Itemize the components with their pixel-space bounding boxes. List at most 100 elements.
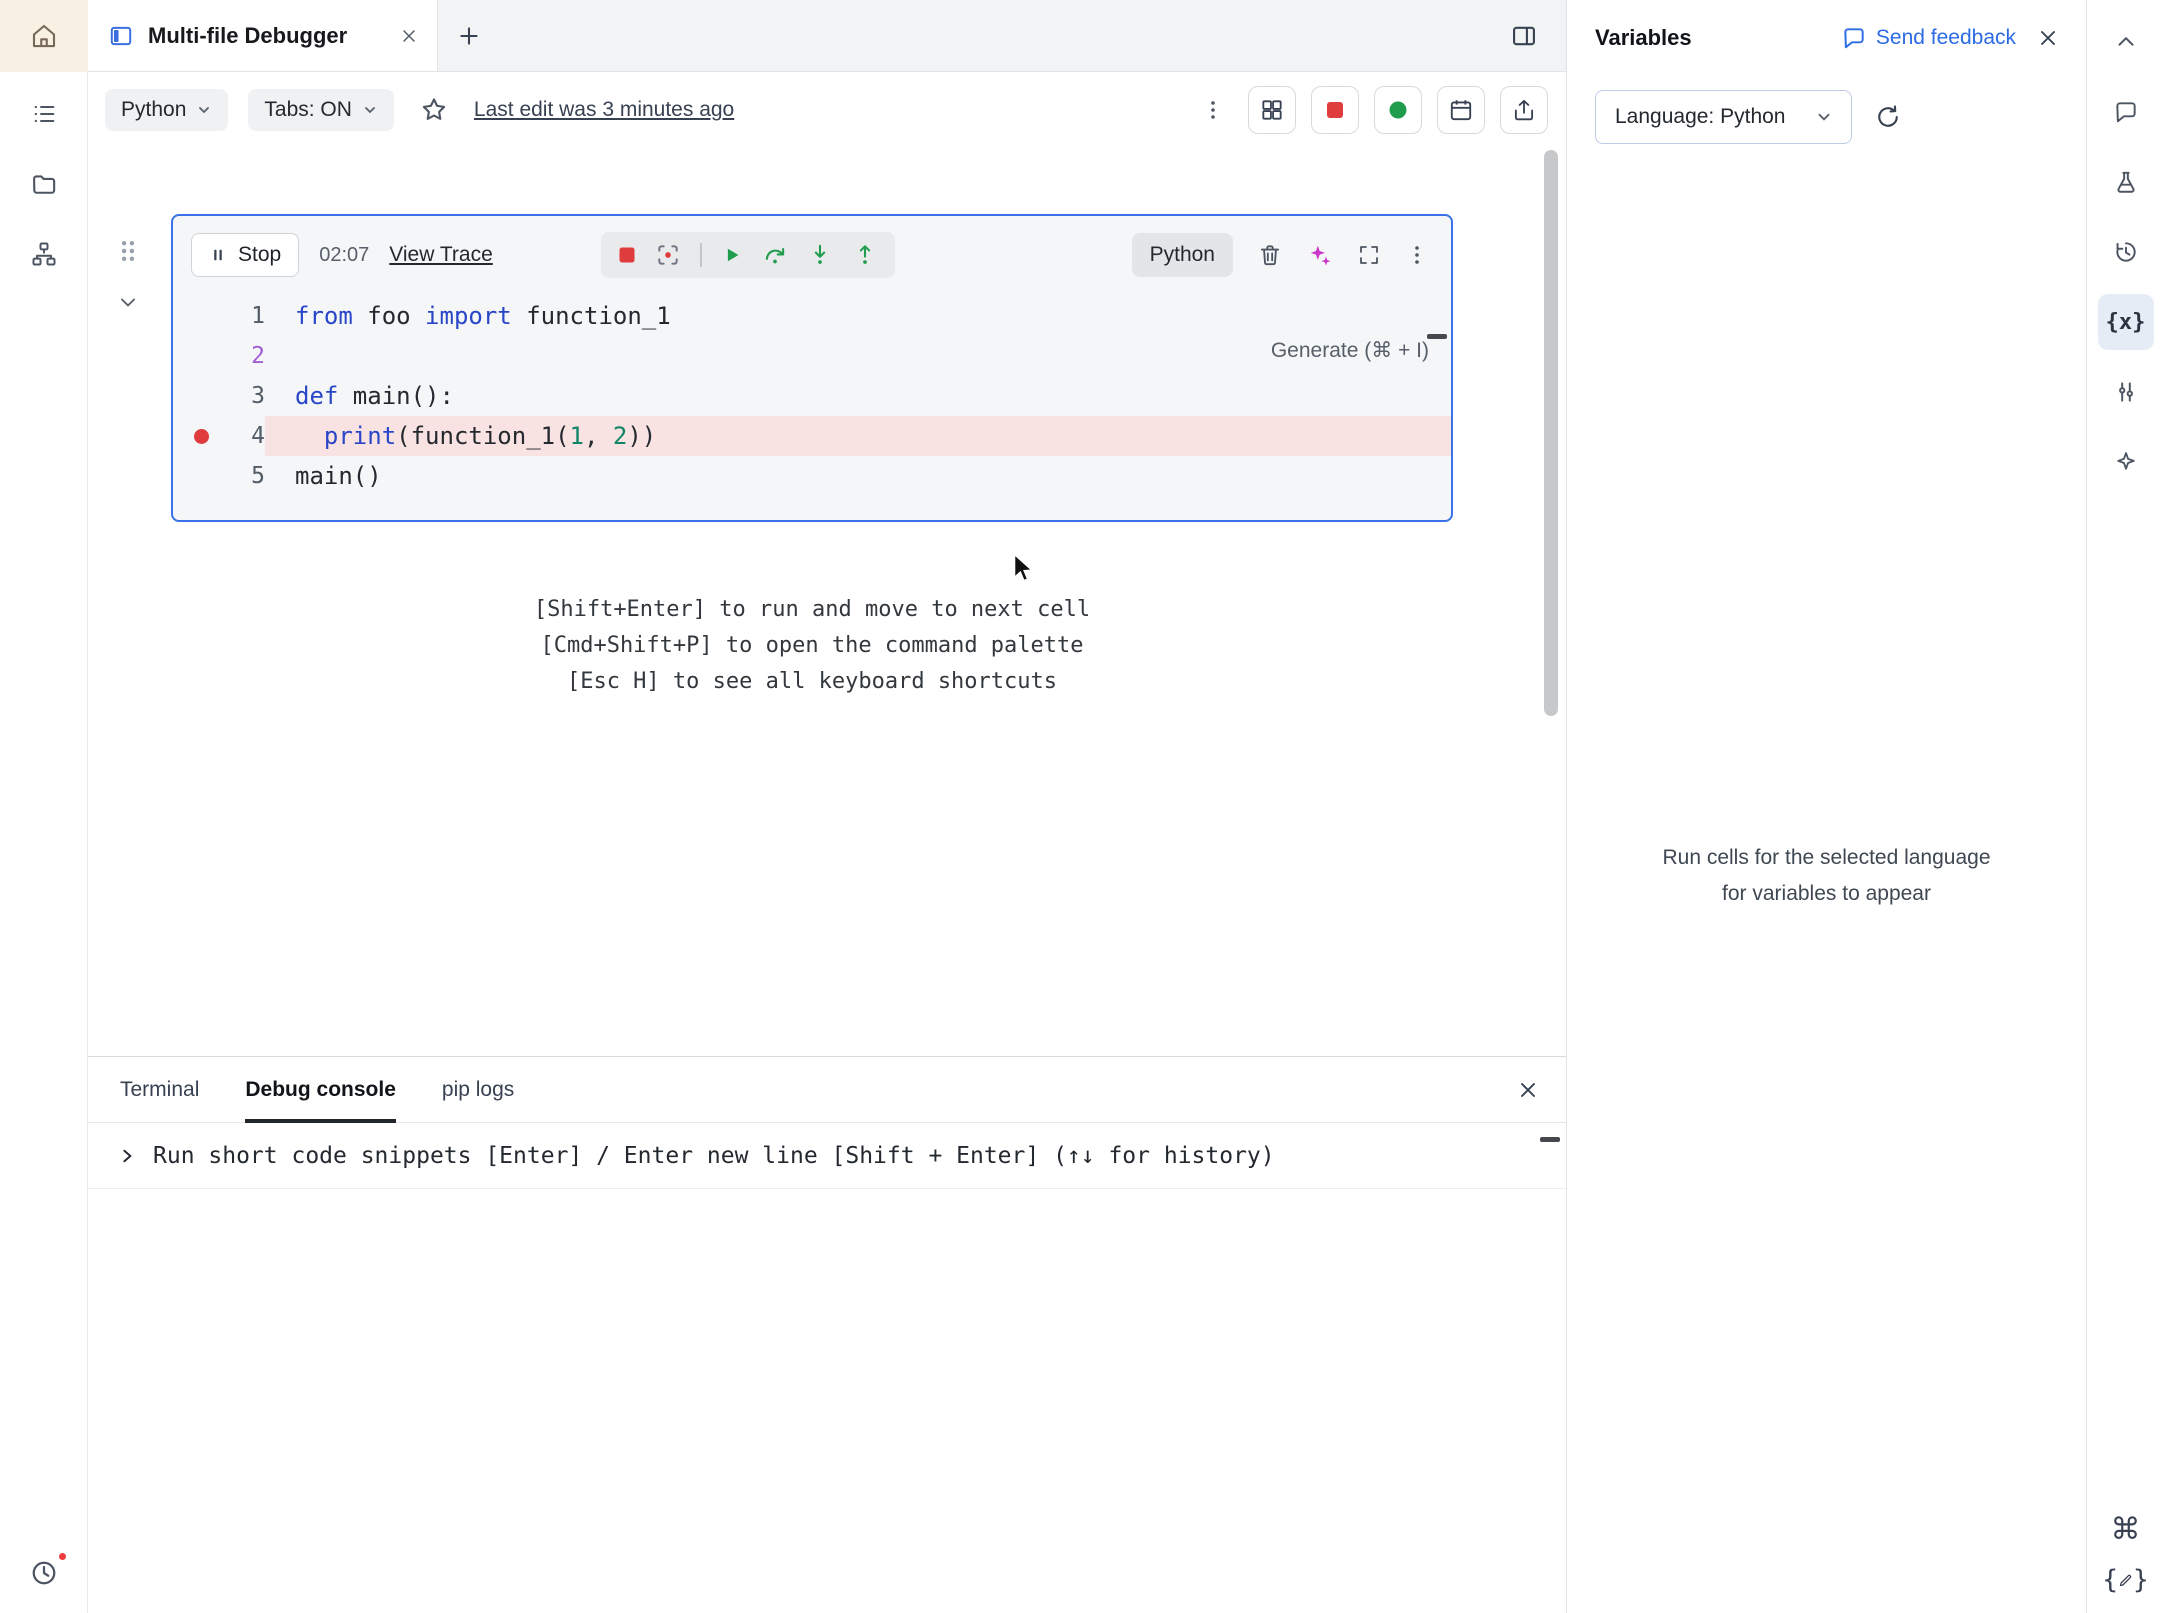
- line-number: 4: [229, 416, 265, 456]
- settings-sliders-button[interactable]: [2098, 364, 2154, 420]
- close-panel-icon[interactable]: [1516, 1078, 1540, 1102]
- share-button[interactable]: [1500, 86, 1548, 134]
- view-trace-link[interactable]: View Trace: [389, 243, 493, 267]
- tab-bar: Multi-file Debugger: [88, 0, 1566, 72]
- stop-square-icon: [1325, 100, 1345, 120]
- breakpoint-gutter[interactable]: [173, 416, 229, 456]
- line-number: 1: [229, 296, 265, 336]
- last-edit-link[interactable]: Last edit was 3 minutes ago: [474, 98, 734, 122]
- notebook-icon: [108, 23, 134, 49]
- code-line[interactable]: 1from foo import function_1: [173, 296, 1451, 336]
- divider: [700, 243, 702, 267]
- code-line[interactable]: 4 print(function_1(1, 2)): [173, 416, 1451, 456]
- stop-execution-icon[interactable]: [618, 246, 636, 264]
- notebook-tab[interactable]: Multi-file Debugger: [88, 0, 438, 71]
- code-text[interactable]: from foo import function_1: [265, 296, 1451, 336]
- step-out-icon[interactable]: [852, 242, 878, 268]
- new-tab-button[interactable]: [438, 0, 500, 71]
- line-number: 5: [229, 456, 265, 496]
- fullscreen-icon[interactable]: [1357, 243, 1381, 267]
- chevron-down-icon: [1815, 108, 1833, 126]
- variables-empty-message: Run cells for the selected language for …: [1567, 840, 2086, 912]
- folder-icon: [30, 170, 58, 198]
- breakpoint-gutter[interactable]: [173, 376, 229, 416]
- cell-language-chip[interactable]: Python: [1132, 233, 1233, 277]
- trash-icon[interactable]: [1257, 242, 1283, 268]
- step-over-icon[interactable]: [762, 242, 788, 268]
- home-button[interactable]: [0, 0, 88, 72]
- comments-button[interactable]: [2098, 84, 2154, 140]
- cell-language-label: Python: [1150, 243, 1215, 267]
- favorite-star-button[interactable]: [414, 90, 454, 130]
- grid-icon: [1259, 97, 1285, 123]
- edit-snippets-icon[interactable]: { }: [2102, 1565, 2148, 1595]
- collapse-panel-button[interactable]: [2098, 14, 2154, 70]
- tabs-toggle-label: Tabs: ON: [264, 98, 352, 122]
- left-sidebar: [0, 0, 88, 1613]
- split-view-button[interactable]: [1504, 16, 1544, 56]
- focus-frame-icon[interactable]: [655, 242, 681, 268]
- close-variables-icon[interactable]: [2036, 26, 2060, 50]
- history-clock-button[interactable]: [16, 1545, 72, 1601]
- hint-line: [Shift+Enter] to run and move to next ce…: [171, 592, 1453, 628]
- environment-button[interactable]: [2098, 154, 2154, 210]
- sidebar-item-list[interactable]: [16, 86, 72, 142]
- share-icon: [1511, 97, 1537, 123]
- tab-pip-logs[interactable]: pip logs: [442, 1057, 514, 1122]
- ai-sparkle-icon[interactable]: [1307, 242, 1333, 268]
- code-line[interactable]: 5main(): [173, 456, 1451, 496]
- code-text[interactable]: def main():: [265, 376, 1451, 416]
- calendar-icon: [1448, 97, 1474, 123]
- breakpoint-dot[interactable]: [194, 429, 209, 444]
- collapse-cell-chevron-icon[interactable]: [116, 290, 140, 314]
- bottom-panel-tabs: Terminal Debug console pip logs: [88, 1057, 1566, 1123]
- vertical-scrollbar[interactable]: [1544, 150, 1558, 716]
- notification-badge: [57, 1551, 68, 1562]
- code-cell[interactable]: Stop 02:07 View Trace: [171, 214, 1453, 522]
- code-line[interactable]: 2: [173, 336, 1451, 376]
- code-line[interactable]: 3def main():: [173, 376, 1451, 416]
- refresh-icon[interactable]: [1874, 103, 1902, 131]
- tab-debug-console[interactable]: Debug console: [245, 1057, 396, 1122]
- code-editor[interactable]: 1from foo import function_123def main():…: [173, 294, 1451, 520]
- language-selector[interactable]: Python: [105, 89, 228, 131]
- tab-title: Multi-file Debugger: [148, 23, 385, 49]
- ai-assistant-button[interactable]: [2098, 434, 2154, 490]
- code-text[interactable]: main(): [265, 456, 1451, 496]
- home-icon: [29, 21, 59, 51]
- breakpoint-gutter[interactable]: [173, 336, 229, 376]
- layout-grid-button[interactable]: [1248, 86, 1296, 134]
- toolbar-kebab-menu[interactable]: [1193, 90, 1233, 130]
- app-root: Multi-file Debugger Pyt: [0, 0, 2164, 1613]
- breakpoint-gutter[interactable]: [173, 296, 229, 336]
- send-feedback-link[interactable]: Send feedback: [1841, 25, 2016, 51]
- tab-terminal[interactable]: Terminal: [120, 1057, 199, 1122]
- main-column: Multi-file Debugger Pyt: [88, 0, 1566, 1613]
- continue-play-icon[interactable]: [721, 244, 743, 266]
- tabs-toggle[interactable]: Tabs: ON: [248, 89, 394, 131]
- variables-rail-button[interactable]: {x}: [2098, 294, 2154, 350]
- variables-language-dropdown[interactable]: Language: Python: [1595, 90, 1852, 144]
- schedule-button[interactable]: [1437, 86, 1485, 134]
- cell-scroll-indicator[interactable]: [1427, 334, 1447, 339]
- list-icon: [30, 100, 58, 128]
- code-text[interactable]: print(function_1(1, 2)): [265, 416, 1451, 456]
- drag-handle-icon[interactable]: [117, 238, 139, 264]
- machine-status-button[interactable]: [1374, 86, 1422, 134]
- history-button[interactable]: [2098, 224, 2154, 280]
- debug-console-input[interactable]: Run short code snippets [Enter] / Enter …: [88, 1123, 1566, 1189]
- tab-close-icon[interactable]: [399, 26, 419, 46]
- breakpoint-gutter[interactable]: [173, 456, 229, 496]
- stop-debug-button[interactable]: Stop: [191, 233, 299, 277]
- pause-icon: [209, 246, 227, 264]
- command-palette-icon[interactable]: ⌘: [2111, 1512, 2141, 1547]
- sidebar-item-files[interactable]: [16, 156, 72, 212]
- sidebar-item-integrations[interactable]: [16, 226, 72, 282]
- split-view-icon: [1510, 22, 1538, 50]
- console-scroll-indicator[interactable]: [1540, 1137, 1560, 1142]
- cell-kebab-icon[interactable]: [1405, 243, 1429, 267]
- stop-machine-button[interactable]: [1311, 86, 1359, 134]
- bottom-panel: Terminal Debug console pip logs Run shor…: [88, 1056, 1566, 1613]
- stop-debug-label: Stop: [238, 243, 281, 267]
- step-into-icon[interactable]: [807, 242, 833, 268]
